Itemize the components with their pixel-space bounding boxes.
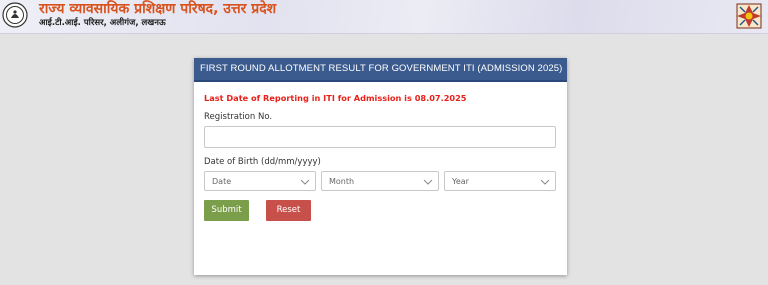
chevron-down-icon <box>540 179 550 185</box>
reporting-notice: Last Date of Reporting in ITI for Admiss… <box>204 93 467 103</box>
reset-button[interactable]: Reset <box>266 200 311 221</box>
chevron-down-icon <box>300 179 310 185</box>
header-title: राज्य व्यावसायिक प्रशिक्षण परिषद, उत्तर … <box>39 1 277 17</box>
submit-button[interactable]: Submit <box>204 200 249 221</box>
date-select[interactable]: Date <box>204 171 316 191</box>
registration-input[interactable] <box>204 126 556 148</box>
date-select-value: Date <box>212 177 232 186</box>
allotment-result-card: FIRST ROUND ALLOTMENT RESULT FOR GOVERNM… <box>194 58 567 275</box>
site-header: राज्य व्यावसायिक प्रशिक्षण परिषद, उत्तर … <box>0 0 768 34</box>
year-select-value: Year <box>452 177 469 186</box>
month-select[interactable]: Month <box>321 171 439 191</box>
dob-label: Date of Birth (dd/mm/yyyy) <box>204 157 321 167</box>
registration-label: Registration No. <box>204 112 273 122</box>
header-subtitle: आई.टी.आई. परिसर, अलीगंज, लखनऊ <box>39 18 166 28</box>
chevron-down-icon <box>423 179 433 185</box>
year-select[interactable]: Year <box>444 171 556 191</box>
state-emblem-icon <box>736 3 762 29</box>
month-select-value: Month <box>329 177 355 186</box>
emblem-icon <box>2 2 28 28</box>
card-title: FIRST ROUND ALLOTMENT RESULT FOR GOVERNM… <box>194 58 567 82</box>
